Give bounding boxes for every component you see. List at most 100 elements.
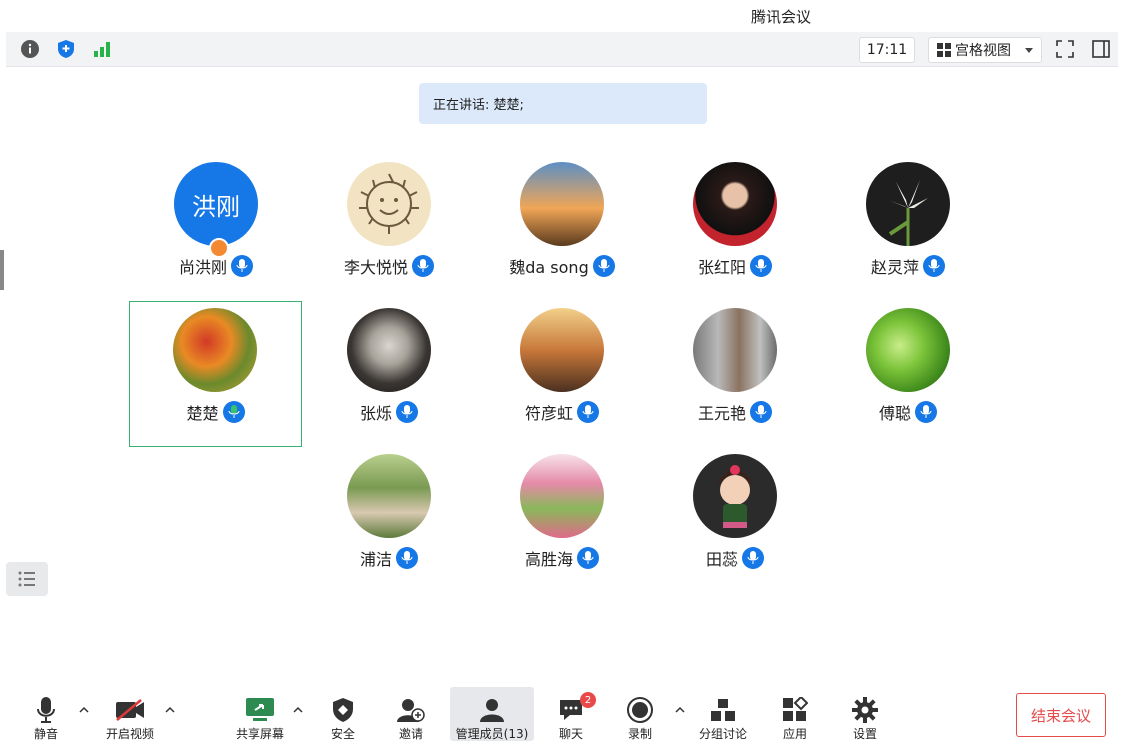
breakout-rooms-button[interactable]: 分组讨论 (697, 687, 749, 741)
mic-icon (592, 255, 615, 277)
video-gallery: 正在讲话: 楚楚; 洪刚 尚洪刚 李大悦悦 魏da song 张红阳 赵灵萍 楚… (6, 67, 1118, 687)
chat-label: 聊天 (558, 727, 583, 741)
apps-icon (782, 695, 808, 725)
avatar (520, 454, 604, 538)
avatar (520, 162, 604, 246)
signal-icon[interactable] (90, 37, 114, 61)
participant-tile[interactable]: 赵灵萍 (823, 155, 993, 300)
list-icon (18, 571, 35, 587)
participant-name-row: 张烁 (304, 400, 474, 424)
mic-icon (915, 401, 937, 423)
chevron-up-icon[interactable] (79, 705, 89, 715)
share-screen-button[interactable]: 共享屏幕 (234, 687, 286, 741)
participant-name-row: 尚洪刚 (131, 254, 301, 278)
participant-tile[interactable]: 张红阳 (650, 155, 820, 300)
participant-tile[interactable]: 魏da song (477, 155, 647, 300)
mic-icon (231, 255, 253, 277)
avatar (866, 162, 950, 246)
participant-name: 张红阳 (697, 258, 746, 277)
chevron-up-icon[interactable] (675, 705, 685, 715)
participant-name: 田蕊 (705, 550, 738, 569)
participant-name-row: 符彦虹 (477, 400, 647, 424)
mute-label: 静音 (33, 727, 58, 741)
participant-tile[interactable]: 符彦虹 (477, 301, 647, 446)
participant-name-row: 浦洁 (304, 546, 474, 570)
video-button[interactable]: 开启视频 (102, 687, 158, 741)
security-label: 安全 (330, 727, 355, 741)
view-label: 宫格视图 (955, 43, 1011, 59)
invite-button[interactable]: 邀请 (394, 687, 428, 741)
participant-name-row: 傅聪 (823, 400, 993, 424)
participant-tile[interactable]: 王元艳 (650, 301, 820, 446)
grid-view-icon (937, 43, 951, 57)
participant-name: 傅聪 (878, 404, 911, 423)
avatar (173, 308, 257, 392)
speaking-indicator: 正在讲话: 楚楚; (419, 83, 707, 124)
mic-icon (923, 255, 945, 277)
participant-name: 魏da song (509, 258, 589, 277)
chevron-up-icon[interactable] (293, 705, 303, 715)
info-icon[interactable] (18, 37, 42, 61)
gear-icon (852, 695, 878, 725)
record-icon (627, 695, 653, 725)
avatar (693, 308, 777, 392)
participant-tile[interactable]: 傅聪 (823, 301, 993, 446)
breakout-label: 分组讨论 (698, 727, 747, 741)
video-off-icon (115, 695, 145, 725)
mic-icon (742, 547, 764, 569)
fullscreen-icon[interactable] (1053, 37, 1077, 61)
share-label: 共享屏幕 (235, 727, 284, 741)
settings-label: 设置 (852, 727, 877, 741)
participant-tile[interactable]: 浦洁 (304, 447, 474, 592)
participant-name: 李大悦悦 (343, 258, 408, 277)
participant-name: 楚楚 (186, 404, 219, 423)
mic-icon (577, 401, 599, 423)
avatar (693, 454, 777, 538)
manage-members-button[interactable]: 管理成员(13) (450, 687, 534, 741)
avatar (347, 308, 431, 392)
mic-icon (412, 255, 434, 277)
chat-button[interactable]: 2 聊天 (554, 687, 596, 741)
participant-tile[interactable]: 田蕊 (650, 447, 820, 592)
avatar (693, 162, 777, 246)
mic-icon (750, 401, 772, 423)
participant-tile[interactable]: 洪刚 尚洪刚 (131, 155, 301, 300)
chat-icon: 2 (558, 692, 596, 725)
participant-name-row: 王元艳 (650, 400, 820, 424)
end-meeting-button[interactable]: 结束会议 (1016, 693, 1106, 737)
sidebar-toggle-icon[interactable] (1089, 37, 1113, 61)
add-user-icon (397, 695, 425, 725)
invite-label: 邀请 (398, 727, 423, 741)
security-button[interactable]: 安全 (324, 687, 362, 741)
mute-button[interactable]: 静音 (28, 687, 64, 741)
breakout-icon (710, 695, 736, 725)
mic-icon (577, 547, 599, 569)
apps-label: 应用 (782, 727, 807, 741)
chevron-up-icon[interactable] (165, 705, 175, 715)
avatar (520, 308, 604, 392)
list-toggle-button[interactable] (6, 562, 48, 596)
participant-tile-active[interactable]: 楚楚 (129, 301, 302, 447)
mic-icon (750, 255, 772, 277)
participant-tile[interactable]: 高胜海 (477, 447, 647, 592)
participant-tile[interactable]: 张烁 (304, 301, 474, 446)
participant-name-row: 高胜海 (477, 546, 647, 570)
chevron-down-icon (1025, 47, 1033, 53)
mic-speaking-icon (222, 401, 245, 423)
record-button[interactable]: 录制 (623, 687, 657, 741)
mic-icon (396, 547, 418, 569)
participant-name-row: 楚楚 (130, 400, 301, 424)
meeting-toolbar: 17:11 宫格视图 (6, 32, 1118, 67)
avatar (347, 162, 431, 246)
apps-button[interactable]: 应用 (778, 687, 812, 741)
members-icon (479, 695, 505, 725)
view-switch-button[interactable]: 宫格视图 (928, 37, 1042, 63)
title-bar: 腾讯会议 (0, 0, 1122, 32)
meeting-clock: 17:11 (859, 37, 915, 63)
participant-name-row: 魏da song (477, 254, 647, 278)
avatar (866, 308, 950, 392)
participant-name: 高胜海 (524, 550, 573, 569)
participant-tile[interactable]: 李大悦悦 (304, 155, 474, 300)
settings-button[interactable]: 设置 (848, 687, 882, 741)
shield-icon[interactable] (54, 37, 78, 61)
